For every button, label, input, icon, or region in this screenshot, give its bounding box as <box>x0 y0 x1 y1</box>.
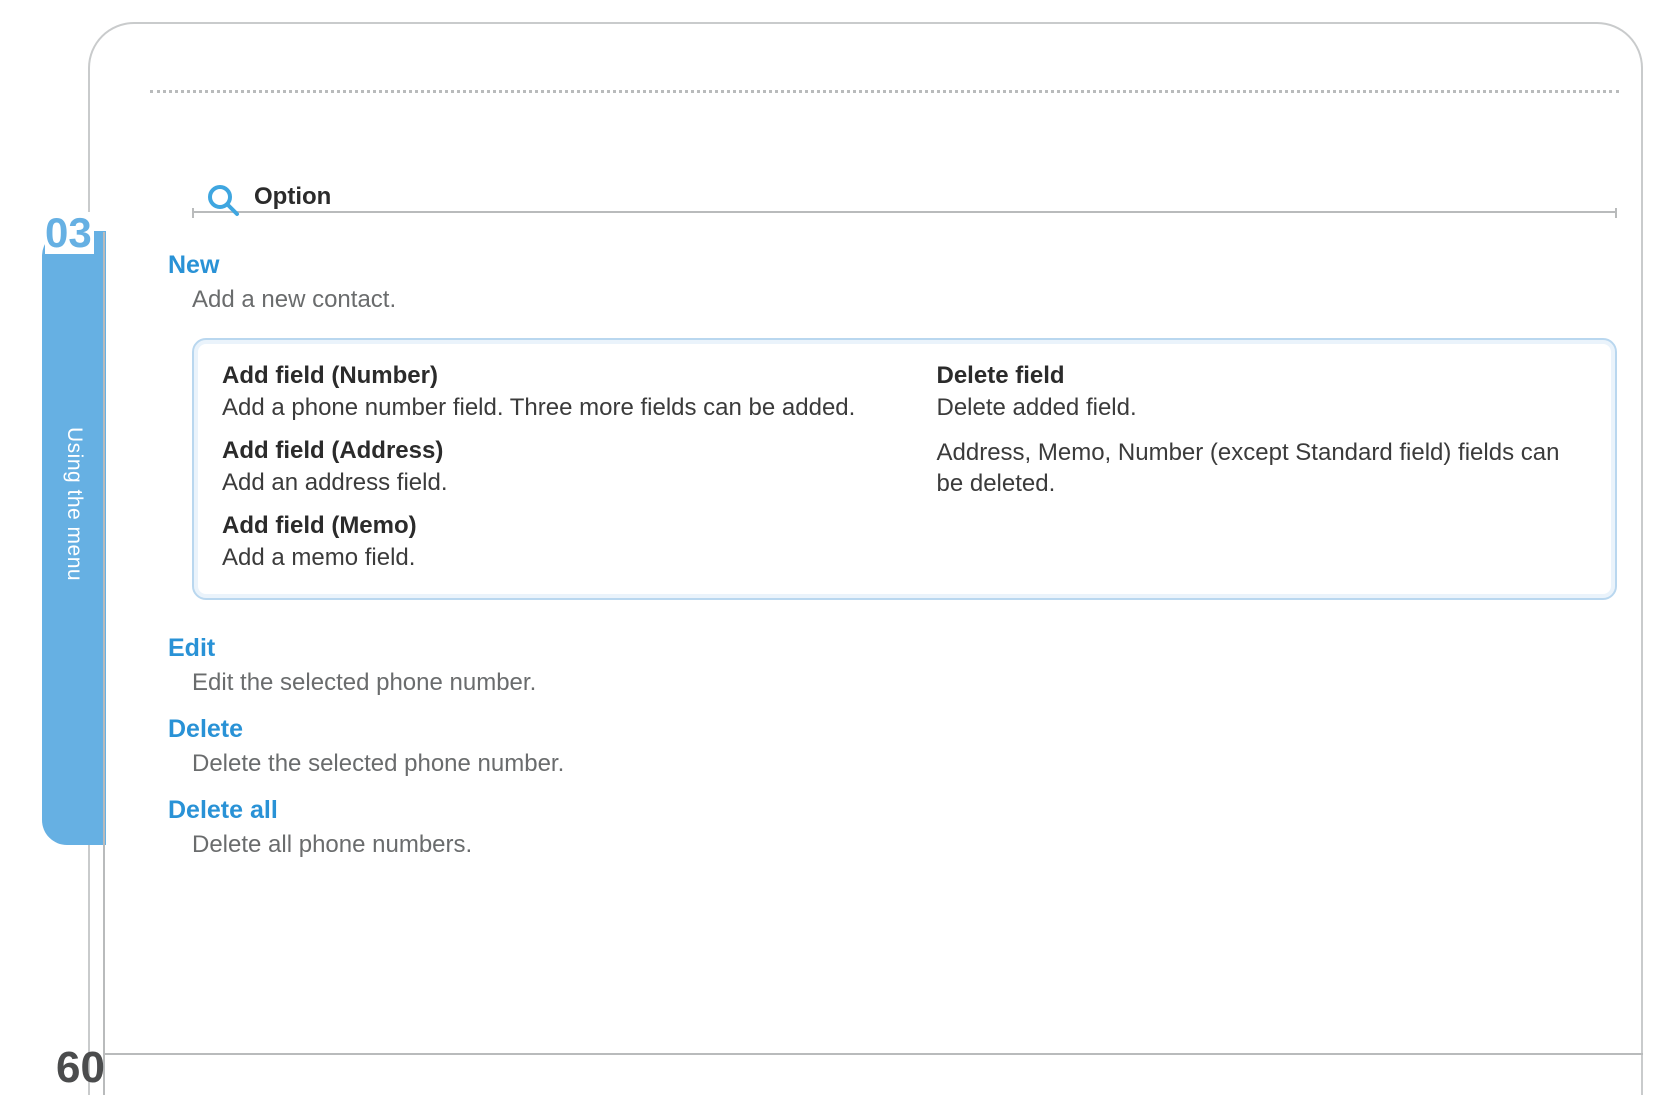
option-heading-row: Option <box>192 175 1617 219</box>
option-heading-label: Option <box>254 183 331 211</box>
callout-item-desc: Delete added field. <box>937 392 1588 423</box>
side-tab-label: Using the menu <box>62 427 86 581</box>
content-area: Option New Add a new contact. Add field … <box>168 175 1617 859</box>
section-title-new: New <box>168 251 1617 280</box>
section-desc-new: Add a new contact. <box>192 286 1617 314</box>
dotted-divider <box>150 90 1619 93</box>
section-desc-delete: Delete the selected phone number. <box>192 750 1617 778</box>
chapter-number: 03 <box>45 212 94 254</box>
section-desc-edit: Edit the selected phone number. <box>192 669 1617 697</box>
callout-item-title: Add field (Address) <box>222 437 873 465</box>
callout-box: Add field (Number) Add a phone number fi… <box>192 338 1617 600</box>
callout-item: Delete field Delete added field. <box>937 362 1588 423</box>
bottom-rule <box>103 1053 1643 1055</box>
callout-item-desc: Add a phone number field. Three more fie… <box>222 392 873 423</box>
callout-item-title: Delete field <box>937 362 1588 390</box>
option-heading-rule <box>192 211 1617 213</box>
section-list: Edit Edit the selected phone number. Del… <box>168 634 1617 859</box>
vertical-rule <box>103 232 105 1095</box>
callout-note: Address, Memo, Number (except Standard f… <box>937 437 1588 499</box>
callout-item-desc: Add an address field. <box>222 467 873 498</box>
section-desc-delete-all: Delete all phone numbers. <box>192 831 1617 859</box>
callout-item-title: Add field (Memo) <box>222 512 873 540</box>
callout-item: Add field (Memo) Add a memo field. <box>222 512 873 573</box>
callout-item: Add field (Address) Add an address field… <box>222 437 873 498</box>
callout-item: Add field (Number) Add a phone number fi… <box>222 362 873 423</box>
callout-item-desc: Add a memo field. <box>222 542 873 573</box>
section-new: New Add a new contact. Add field (Number… <box>168 251 1617 600</box>
chapter-side-tab: Using the menu <box>43 232 105 844</box>
section-title-edit: Edit <box>168 634 1617 663</box>
magnifier-icon <box>206 183 240 222</box>
section-title-delete-all: Delete all <box>168 796 1617 825</box>
section-title-delete: Delete <box>168 715 1617 744</box>
callout-item-title: Add field (Number) <box>222 362 873 390</box>
page-number: 60 <box>56 1043 105 1093</box>
